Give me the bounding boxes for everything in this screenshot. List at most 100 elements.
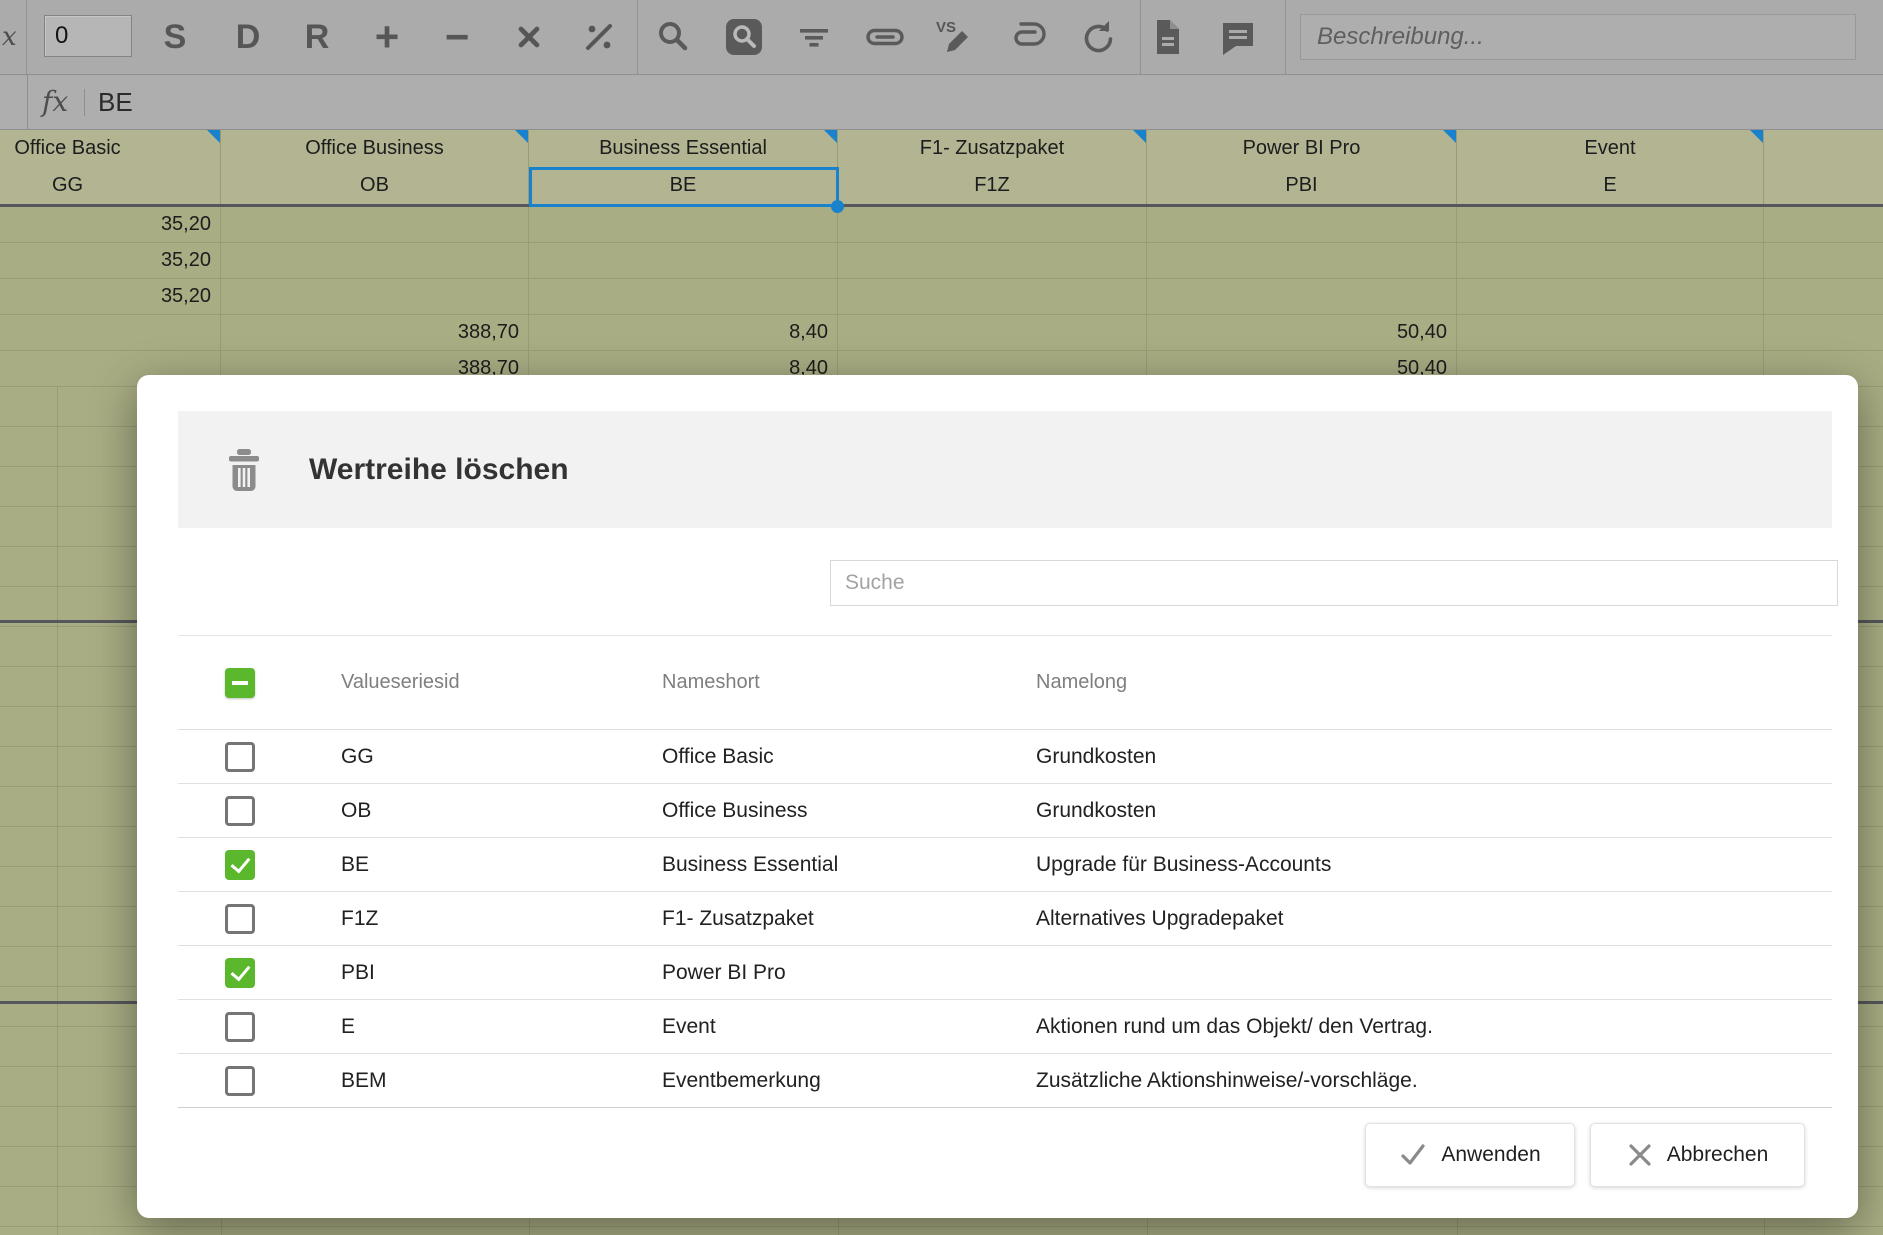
nameshort-cell: Business Essential — [662, 838, 838, 891]
app-window: x S D R + − — [0, 0, 1883, 1235]
trash-icon — [223, 448, 265, 492]
code-cell[interactable]: E — [1457, 167, 1764, 204]
data-cell[interactable] — [221, 279, 529, 315]
column-header[interactable] — [1764, 130, 1883, 167]
toolbar-separator — [1285, 0, 1286, 74]
data-cell[interactable] — [1147, 279, 1457, 315]
apply-button[interactable]: Anwenden — [1365, 1123, 1575, 1187]
column-header[interactable]: F1- Zusatzpaket — [838, 130, 1147, 167]
link-button[interactable] — [865, 17, 905, 57]
data-cell[interactable]: 35,20 — [0, 243, 221, 279]
data-cell[interactable] — [1147, 207, 1457, 243]
delete-valueseries-dialog: Wertreihe löschen Valueseriesid Nameshor… — [137, 375, 1858, 1218]
data-cell[interactable]: 35,20 — [0, 207, 221, 243]
data-cell[interactable] — [1147, 243, 1457, 279]
data-cell[interactable] — [221, 207, 529, 243]
comment-marker-icon — [1133, 130, 1146, 143]
row-checkbox[interactable] — [225, 958, 255, 988]
column-header[interactable]: Event — [1457, 130, 1764, 167]
data-cell[interactable] — [529, 279, 838, 315]
data-cell[interactable] — [838, 279, 1147, 315]
code-cell[interactable]: GG — [0, 167, 221, 204]
column-header-nameshort[interactable]: Nameshort — [662, 636, 760, 729]
table-row[interactable]: PBI Power BI Pro — [178, 946, 1832, 1000]
dialog-search-input[interactable] — [830, 560, 1838, 606]
data-cell[interactable] — [1764, 243, 1883, 279]
comment-marker-icon — [207, 130, 220, 143]
table-row[interactable]: OB Office Business Grundkosten — [178, 784, 1832, 838]
toolbar-separator — [26, 0, 27, 74]
data-cell[interactable] — [1457, 315, 1764, 351]
code-cell[interactable]: OB — [221, 167, 529, 204]
data-cell[interactable] — [0, 315, 221, 351]
select-all-checkbox[interactable] — [225, 668, 255, 698]
header-row: Office Basic Office Business Business Es… — [0, 130, 1883, 167]
formula-value[interactable]: BE — [98, 75, 133, 129]
namelong-cell: Grundkosten — [1036, 784, 1156, 837]
row-checkbox[interactable] — [225, 742, 255, 772]
data-cell[interactable] — [1457, 279, 1764, 315]
data-cell[interactable]: 50,40 — [1147, 315, 1457, 351]
data-cell[interactable] — [529, 243, 838, 279]
code-cell[interactable]: PBI — [1147, 167, 1457, 204]
d-button[interactable]: D — [226, 0, 270, 74]
row-checkbox[interactable] — [225, 796, 255, 826]
nameshort-cell: Eventbemerkung — [662, 1054, 821, 1107]
vs-edit-button[interactable]: VS — [935, 17, 975, 57]
add-button[interactable]: + — [365, 0, 409, 74]
multiply-button[interactable] — [509, 17, 549, 57]
valueseriesid-cell: F1Z — [341, 892, 378, 945]
table-row[interactable]: E Event Aktionen rund um das Objekt/ den… — [178, 1000, 1832, 1054]
row-checkbox[interactable] — [225, 1066, 255, 1096]
column-header[interactable]: Business Essential — [529, 130, 838, 167]
column-header[interactable]: Office Basic — [0, 130, 221, 167]
code-cell[interactable]: F1Z — [838, 167, 1147, 204]
table-row[interactable]: F1Z F1- Zusatzpaket Alternatives Upgrade… — [178, 892, 1832, 946]
row-checkbox[interactable] — [225, 850, 255, 880]
selection-fill-handle[interactable] — [831, 200, 844, 213]
s-button[interactable]: S — [153, 0, 197, 74]
comment-button[interactable] — [1218, 17, 1258, 57]
value-input[interactable] — [44, 15, 132, 57]
data-cell[interactable] — [1457, 207, 1764, 243]
data-cell[interactable] — [221, 243, 529, 279]
table-row[interactable]: GG Office Basic Grundkosten — [178, 730, 1832, 784]
r-button[interactable]: R — [295, 0, 339, 74]
subtract-button[interactable]: − — [435, 0, 479, 74]
comment-marker-icon — [824, 130, 837, 143]
data-cell[interactable] — [1764, 315, 1883, 351]
data-cell[interactable] — [838, 207, 1147, 243]
percent-button[interactable] — [579, 17, 619, 57]
data-cell[interactable] — [838, 243, 1147, 279]
code-cell[interactable] — [1764, 167, 1883, 204]
column-header[interactable]: Office Business — [221, 130, 529, 167]
search-button[interactable] — [653, 17, 693, 57]
table-row[interactable]: BE Business Essential Upgrade für Busine… — [178, 838, 1832, 892]
data-cell[interactable] — [1764, 279, 1883, 315]
data-cell[interactable] — [1764, 207, 1883, 243]
data-cell[interactable] — [1457, 243, 1764, 279]
search-in-box-button[interactable] — [724, 17, 764, 57]
refresh-button[interactable] — [1076, 17, 1116, 57]
table-header-row: Valueseriesid Nameshort Namelong — [178, 636, 1832, 730]
document-button[interactable] — [1148, 17, 1188, 57]
column-header-valueseriesid[interactable]: Valueseriesid — [341, 636, 460, 729]
cancel-button[interactable]: Abbrechen — [1590, 1123, 1805, 1187]
multiply-icon — [514, 22, 544, 52]
column-header[interactable]: Power BI Pro — [1147, 130, 1457, 167]
check-icon — [1399, 1141, 1427, 1169]
data-row: 35,20 — [0, 279, 1883, 315]
column-header-namelong[interactable]: Namelong — [1036, 636, 1127, 729]
data-cell[interactable] — [838, 315, 1147, 351]
data-cell[interactable] — [529, 207, 838, 243]
table-row[interactable]: BEM Eventbemerkung Zusätzliche Aktionshi… — [178, 1054, 1832, 1108]
filter-button[interactable] — [794, 17, 834, 57]
link-icon — [865, 17, 905, 57]
data-cell[interactable]: 388,70 — [221, 315, 529, 351]
row-checkbox[interactable] — [225, 1012, 255, 1042]
attach-button[interactable] — [1006, 17, 1046, 57]
row-checkbox[interactable] — [225, 904, 255, 934]
description-input[interactable] — [1300, 14, 1856, 60]
data-cell[interactable]: 35,20 — [0, 279, 221, 315]
data-cell[interactable]: 8,40 — [529, 315, 838, 351]
